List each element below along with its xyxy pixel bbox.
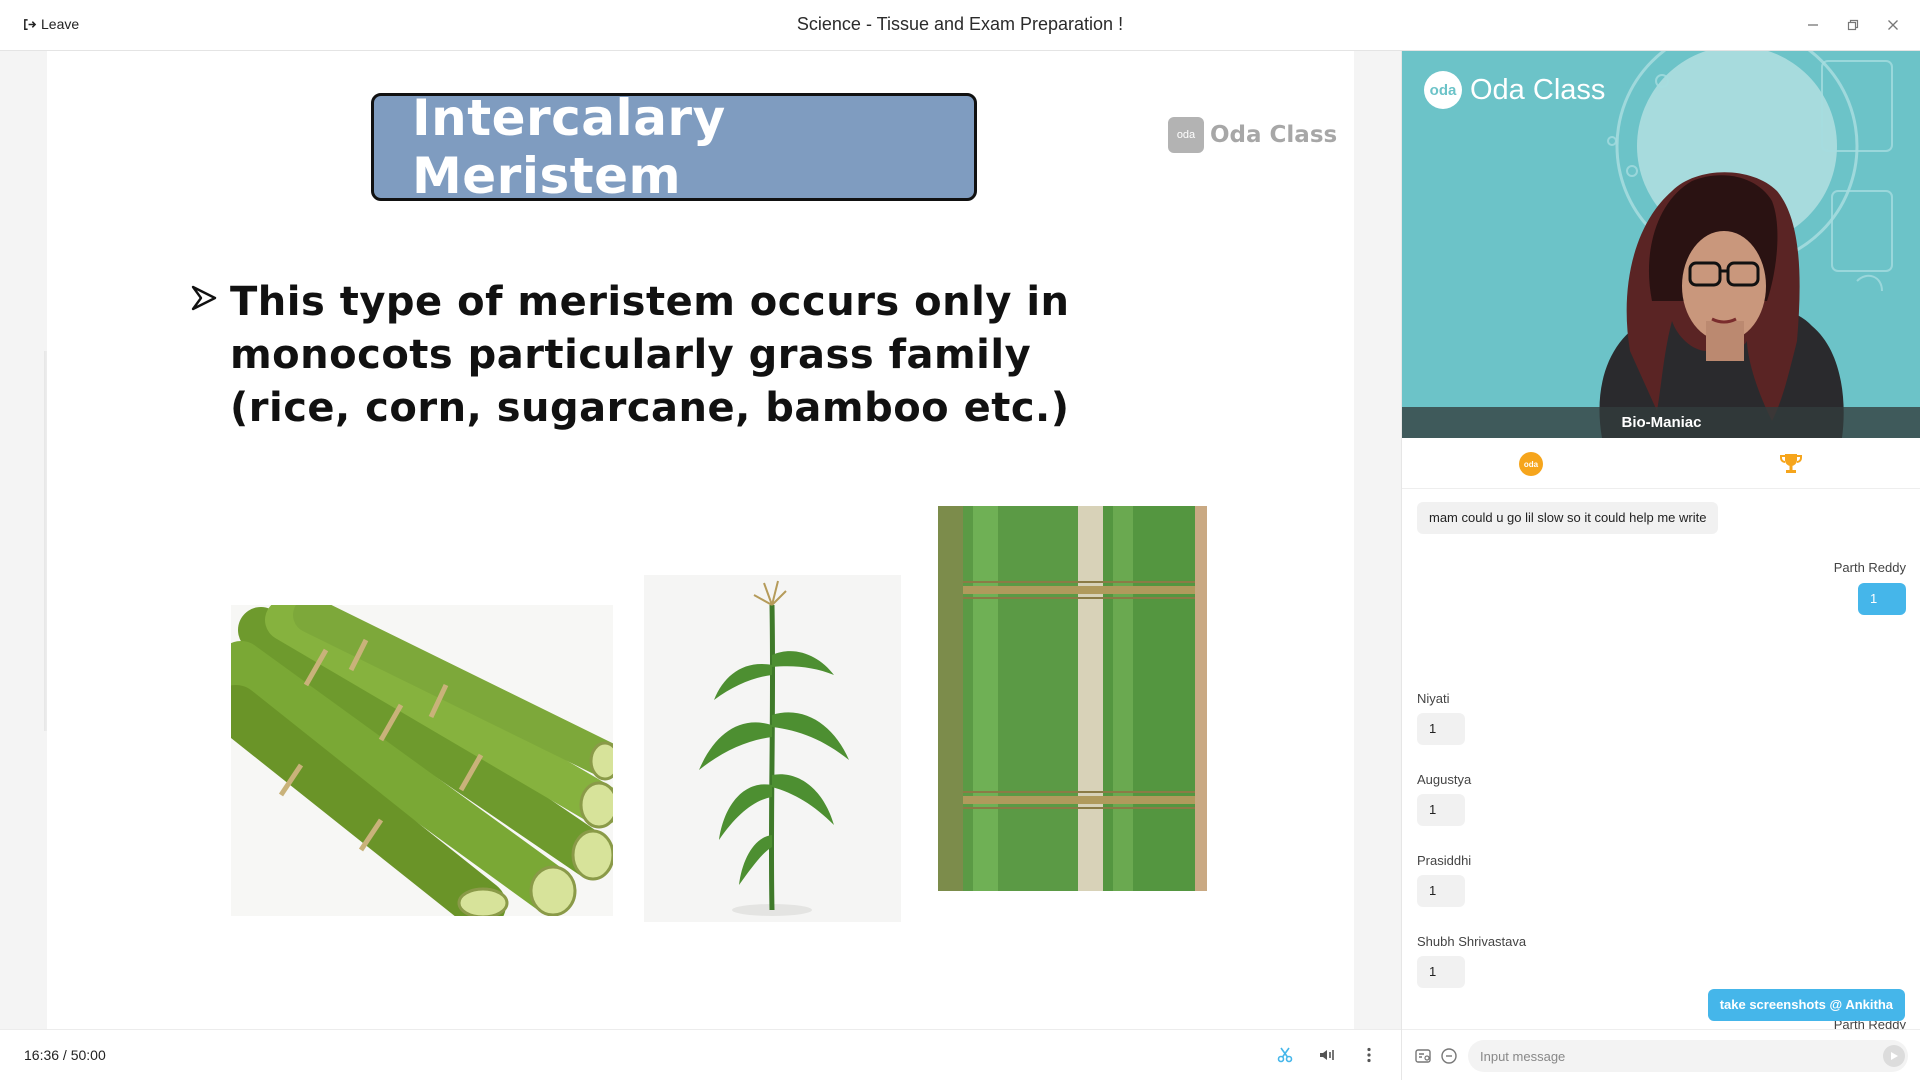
- corn-plant-image: [644, 575, 901, 922]
- send-button[interactable]: [1883, 1045, 1905, 1067]
- bamboo-image: [938, 506, 1207, 891]
- restore-icon: [1847, 19, 1859, 31]
- chat-tabs: oda: [1402, 438, 1920, 489]
- chat-message: 1: [1858, 583, 1906, 615]
- chat-message: 1: [1417, 794, 1465, 826]
- player-bar: 16:36 / 50:00: [0, 1029, 1401, 1080]
- playback-time: 16:36 / 50:00: [24, 1047, 106, 1063]
- chat-message: 1: [1417, 875, 1465, 907]
- send-icon: [1891, 1052, 1898, 1060]
- title-bar: Leave Science - Tissue and Exam Preparat…: [0, 0, 1920, 51]
- volume-icon: [1320, 1050, 1334, 1060]
- close-button[interactable]: [1884, 16, 1902, 34]
- presenter-name-bar: Bio-Maniac: [1402, 407, 1920, 438]
- player-controls: [1275, 1045, 1379, 1065]
- close-icon: [1888, 20, 1898, 30]
- chat-message: 1: [1417, 956, 1465, 988]
- volume-button[interactable]: [1317, 1045, 1337, 1065]
- chat-sender: Parth Reddy: [1833, 560, 1906, 575]
- slide-title-box: Intercalary Meristem: [371, 89, 977, 205]
- chat-input-bar: [1402, 1029, 1920, 1080]
- window-title: Science - Tissue and Exam Preparation !: [796, 14, 1124, 34]
- minimize-icon: [1808, 24, 1818, 26]
- right-panel: oda Oda Class Bio-Maniac oda mam could u…: [1401, 51, 1920, 1080]
- presenter-name: Bio-Maniac: [1621, 414, 1702, 431]
- slide-logo-text: Oda Class: [1210, 122, 1338, 148]
- slide-stage: Intercalary Meristem oda Oda Class This …: [0, 51, 1401, 1029]
- minimize-button[interactable]: [1804, 16, 1822, 34]
- chat-sender: Prasiddhi: [1417, 853, 1472, 868]
- trophy-tab-icon[interactable]: [1777, 450, 1805, 478]
- slide: Intercalary Meristem oda Oda Class This …: [47, 51, 1354, 1029]
- chat-input[interactable]: [1468, 1040, 1908, 1072]
- bullet-point: This type of meristem occurs only in mon…: [190, 276, 1130, 435]
- oda-logo-icon: oda: [1168, 117, 1204, 153]
- clip-button[interactable]: [1275, 1045, 1295, 1065]
- chat-sender: Augustya: [1417, 772, 1472, 787]
- arrow-bullet-icon: [190, 276, 230, 435]
- chat-message: 1: [1417, 713, 1465, 745]
- more-options-button[interactable]: [1359, 1045, 1379, 1065]
- chat-sender: Shubh Shrivastava: [1417, 934, 1527, 949]
- slide-logo: oda Oda Class: [1168, 117, 1337, 153]
- chat-bubble-icon: [1441, 1048, 1457, 1064]
- video-frame: [1402, 51, 1920, 438]
- quiz-button[interactable]: [1414, 1047, 1432, 1065]
- window-controls: [1804, 16, 1902, 34]
- more-vertical-icon: [1367, 1047, 1371, 1063]
- oda-brand-icon: oda: [1424, 71, 1462, 109]
- scissors-icon: [1277, 1047, 1293, 1063]
- chat-messages[interactable]: mam could u go lil slow so it could help…: [1402, 489, 1920, 1029]
- emoji-button[interactable]: [1440, 1047, 1458, 1065]
- chat-message: mam could u go lil slow so it could help…: [1417, 502, 1719, 534]
- restore-button[interactable]: [1844, 16, 1862, 34]
- sugarcane-image: [231, 605, 613, 916]
- coin-tab-icon[interactable]: oda: [1519, 452, 1543, 476]
- slide-title: Intercalary Meristem: [412, 89, 726, 205]
- chat-message: take screenshots @ Ankitha: [1707, 989, 1905, 1021]
- quiz-icon: [1415, 1049, 1431, 1063]
- presenter-video[interactable]: oda Oda Class Bio-Maniac: [1402, 51, 1920, 438]
- bullet-text: This type of meristem occurs only in mon…: [230, 279, 1070, 431]
- video-brand: oda Oda Class: [1424, 71, 1605, 109]
- video-brand-text: Oda Class: [1470, 73, 1606, 106]
- chat-sender: Niyati: [1417, 691, 1450, 706]
